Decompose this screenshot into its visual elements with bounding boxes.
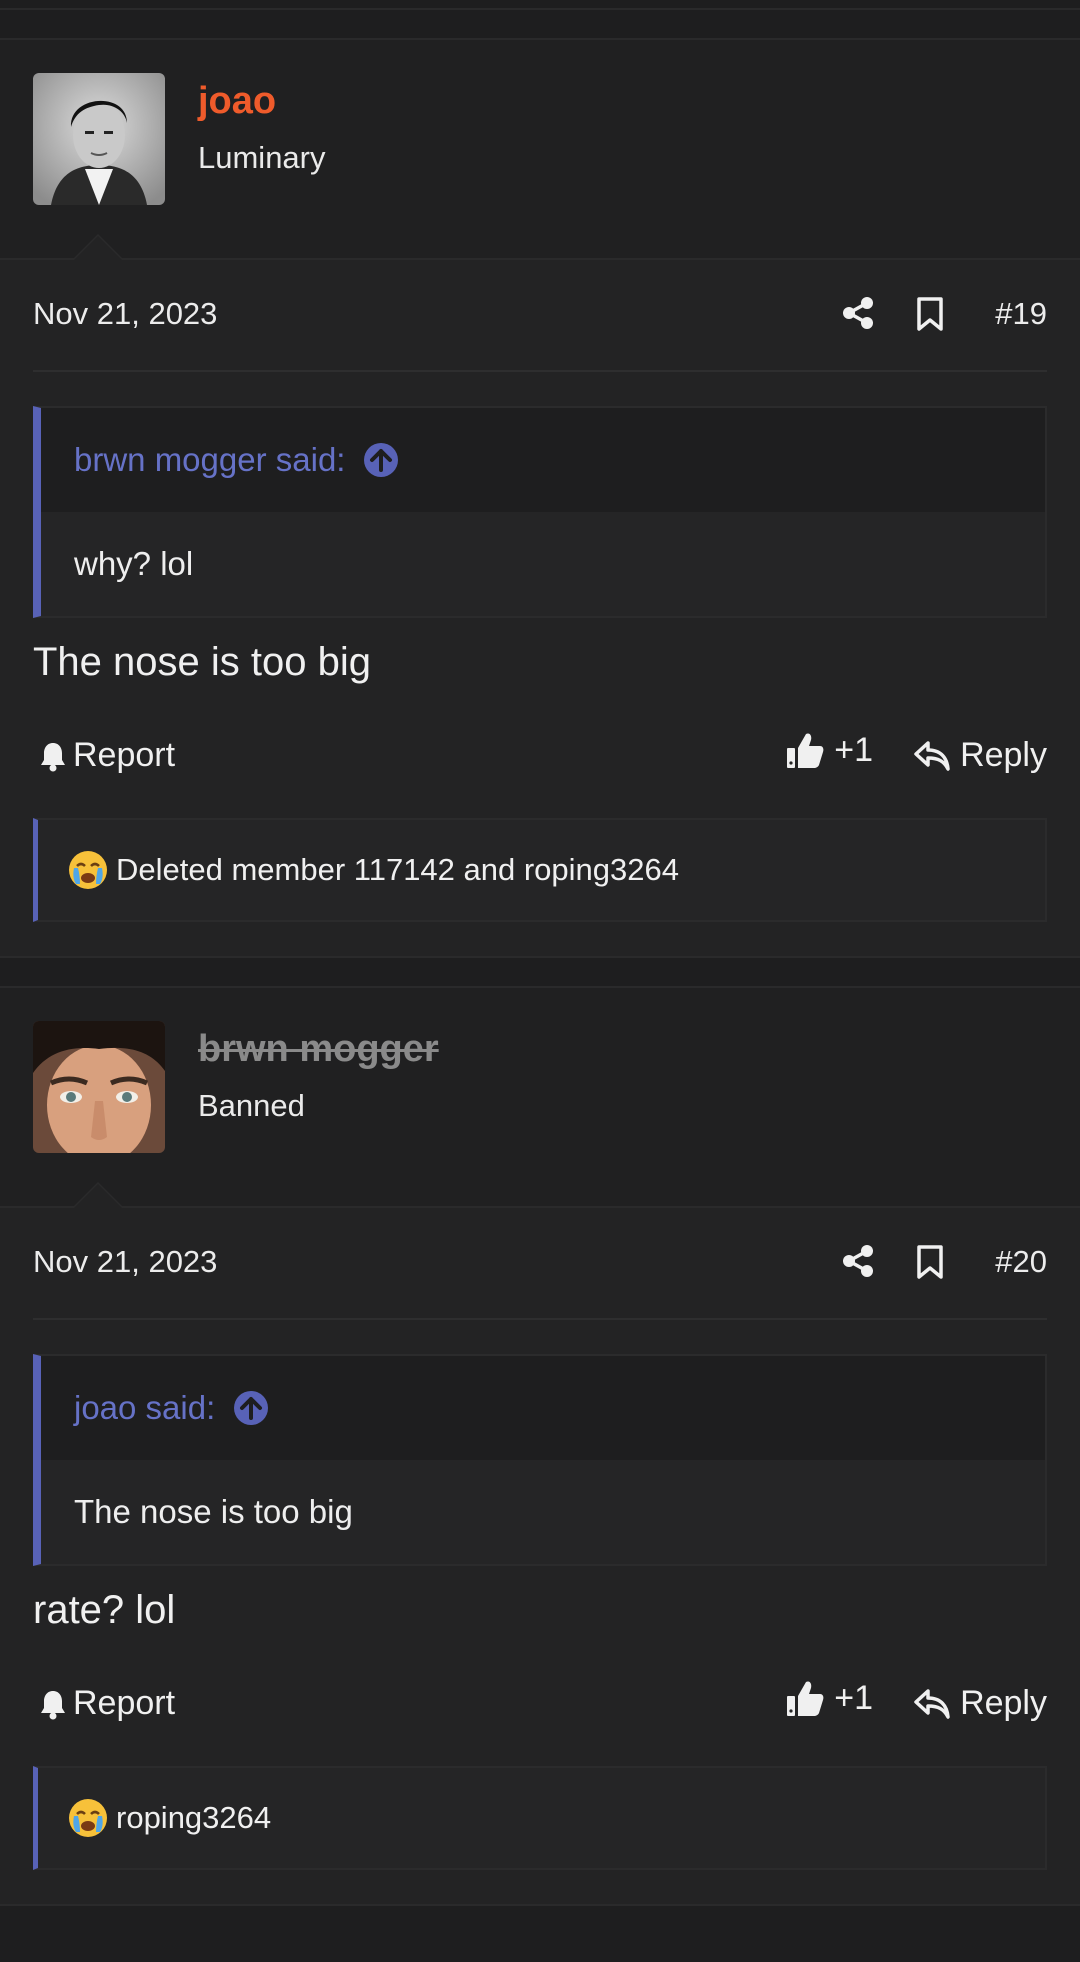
quote-header[interactable]: brwn mogger said:	[41, 408, 1045, 512]
bell-icon	[41, 742, 65, 771]
post-body: The nose is too big	[33, 640, 371, 684]
post-date[interactable]: Nov 21, 2023	[33, 1244, 217, 1280]
arrow-up-circle-icon[interactable]	[363, 442, 399, 478]
header-pointer	[72, 1182, 124, 1208]
top-divider	[0, 0, 1080, 10]
post-author-header: joao Luminary	[0, 40, 1080, 260]
post-date[interactable]: Nov 21, 2023	[33, 296, 217, 332]
bookmark-icon[interactable]	[915, 296, 945, 332]
reactions-bar[interactable]: roping3264	[33, 1766, 1047, 1870]
quote-text: The nose is too big	[41, 1460, 1045, 1564]
quote-block: brwn mogger said: why? lol	[33, 406, 1047, 618]
report-label: Report	[73, 736, 176, 774]
thumbs-up-icon	[787, 733, 824, 768]
reactions-text[interactable]: roping3264	[116, 1800, 271, 1836]
like-button[interactable]: +1	[786, 1678, 873, 1718]
post-meta: Nov 21, 2023 #20	[33, 1208, 1047, 1320]
reply-icon	[914, 740, 950, 771]
quote-text: why? lol	[41, 512, 1045, 616]
quote-author[interactable]: brwn mogger said:	[74, 441, 345, 479]
user-title: Banned	[198, 1088, 305, 1123]
report-label: Report	[73, 1684, 176, 1722]
post-actions: Report +1 Reply	[33, 700, 1047, 818]
post-19: joao Luminary Nov 21, 2023 #19 brwn mogg…	[0, 38, 1080, 958]
like-button[interactable]: +1	[786, 730, 873, 770]
reply-label: Reply	[960, 1684, 1047, 1722]
spacer	[0, 958, 1080, 986]
post-20: brwn mogger Banned Nov 21, 2023 #20 joao…	[0, 986, 1080, 1906]
user-title: Luminary	[198, 140, 326, 175]
thumbs-up-icon	[787, 1681, 824, 1716]
reply-button[interactable]: Reply	[914, 736, 1047, 775]
reply-icon	[914, 1688, 950, 1719]
quote-header[interactable]: joao said:	[41, 1356, 1045, 1460]
post-body: rate? lol	[33, 1588, 176, 1632]
post-actions: Report +1 Reply	[33, 1648, 1047, 1766]
bell-icon	[41, 1690, 65, 1719]
reactions-bar[interactable]: Deleted member 117142 and roping3264	[33, 818, 1047, 922]
report-button[interactable]: Report	[39, 1684, 175, 1723]
post-meta: Nov 21, 2023 #19	[33, 260, 1047, 372]
spacer	[0, 10, 1080, 38]
reply-label: Reply	[960, 736, 1047, 774]
username[interactable]: brwn mogger	[198, 1028, 439, 1071]
crying-face-icon	[69, 1799, 107, 1837]
crying-face-icon	[69, 851, 107, 889]
reactions-text[interactable]: Deleted member 117142 and roping3264	[116, 852, 679, 888]
share-icon[interactable]	[841, 1244, 875, 1278]
like-count: +1	[834, 1678, 873, 1717]
post-number[interactable]: #19	[995, 296, 1047, 332]
arrow-up-circle-icon[interactable]	[233, 1390, 269, 1426]
like-count: +1	[834, 730, 873, 769]
header-pointer	[72, 234, 124, 260]
post-number[interactable]: #20	[995, 1244, 1047, 1280]
username[interactable]: joao	[198, 80, 276, 123]
report-button[interactable]: Report	[39, 736, 175, 775]
avatar[interactable]	[33, 1021, 165, 1153]
quote-author[interactable]: joao said:	[74, 1389, 215, 1427]
post-author-header: brwn mogger Banned	[0, 988, 1080, 1208]
share-icon[interactable]	[841, 296, 875, 330]
reply-button[interactable]: Reply	[914, 1684, 1047, 1723]
quote-block: joao said: The nose is too big	[33, 1354, 1047, 1566]
bookmark-icon[interactable]	[915, 1244, 945, 1280]
avatar[interactable]	[33, 73, 165, 205]
